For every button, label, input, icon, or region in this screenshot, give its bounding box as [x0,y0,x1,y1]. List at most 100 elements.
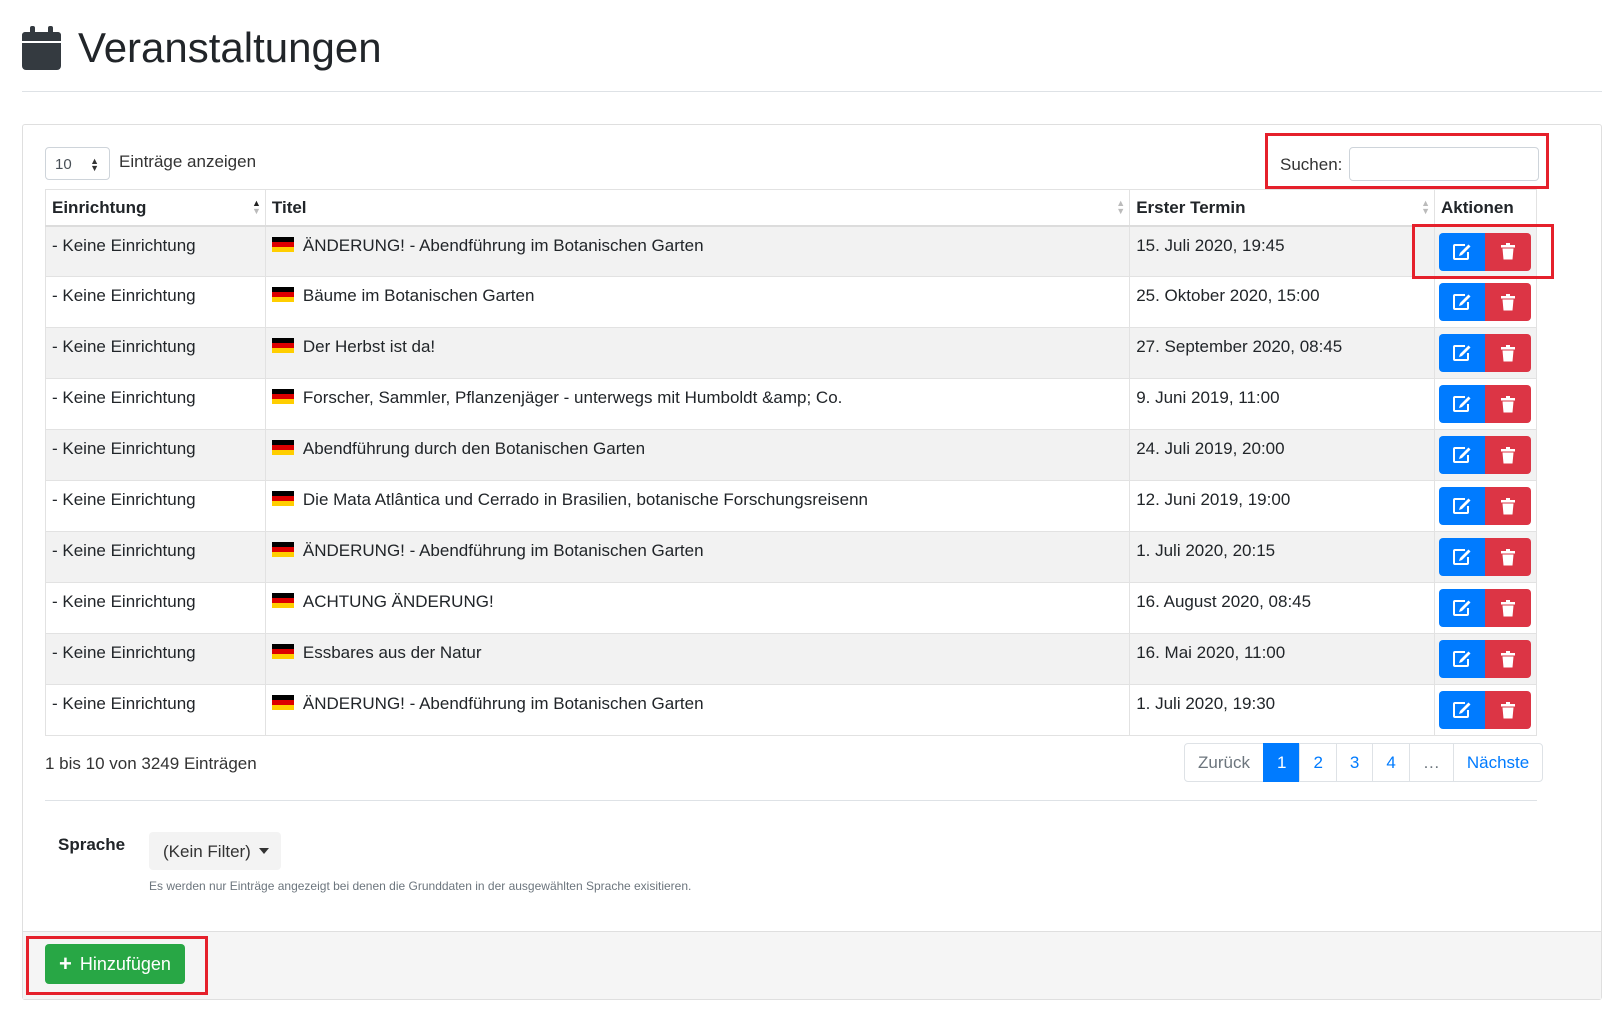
entries-length-label: Einträge anzeigen [119,152,257,171]
sort-icon: ▲ ▼ [1421,198,1430,216]
edit-button[interactable] [1439,385,1485,423]
table-row: - Keine Einrichtung ÄNDERUNG! - Abendführ… [45,684,1537,736]
col-titel[interactable]: Titel ▲ ▼ [264,189,1131,227]
event-title: Forscher, Sammler, Pflanzenjäger - unter… [302,388,843,407]
cell-aktionen [1434,480,1537,532]
delete-button[interactable] [1485,538,1531,576]
cell-erster-termin: 15. Juli 2020, 19:45 [1129,225,1435,277]
event-title: ACHTUNG ÄNDERUNG! [302,592,494,611]
cell-einrichtung: - Keine Einrichtung [45,429,266,481]
german-flag-icon [271,236,294,252]
edit-button[interactable] [1439,538,1485,576]
german-flag-icon [271,389,294,404]
pagination-page-3[interactable]: 3 [1335,743,1374,782]
cell-aktionen [1434,378,1537,430]
search-input[interactable] [1349,147,1539,181]
edit-button[interactable] [1439,283,1485,321]
cell-titel: Der Herbst ist da! [264,327,1131,379]
delete-button[interactable] [1485,334,1531,372]
german-flag-icon [271,695,294,710]
edit-icon [1452,344,1472,362]
edit-button[interactable] [1439,589,1485,627]
delete-button[interactable] [1485,691,1531,729]
edit-button[interactable] [1439,487,1485,525]
sort-icon: ▲ ▼ [251,198,261,216]
german-flag-icon [271,644,294,659]
page-header: Veranstaltungen [22,14,1602,92]
cell-erster-termin: 12. Juni 2019, 19:00 [1129,480,1435,532]
delete-button[interactable] [1485,640,1531,678]
caret-down-icon [258,848,269,854]
trash-icon [1501,293,1515,311]
edit-icon [1452,548,1472,566]
german-flag-icon [271,491,294,506]
delete-button[interactable] [1485,589,1531,627]
cell-einrichtung: - Keine Einrichtung [45,480,266,532]
col-erster-termin[interactable]: Erster Termin ▲ ▼ [1129,189,1435,227]
pagination-page-1[interactable]: 1 [1262,743,1301,782]
cell-titel: Forscher, Sammler, Pflanzenjäger - unter… [264,378,1131,430]
language-filter-hint: Es werden nur Einträge angezeigt bei den… [149,879,692,893]
language-filter-label: Sprache [58,835,126,854]
divider [45,800,1537,801]
event-title: ÄNDERUNG! - Abendführung im Botanischen … [302,235,704,255]
pagination-prev[interactable]: Zurück [1184,743,1264,782]
event-title: Bäume im Botanischen Garten [302,286,535,305]
german-flag-icon [271,338,294,353]
cell-titel: Bäume im Botanischen Garten [264,276,1131,328]
cell-erster-termin: 27. September 2020, 08:45 [1129,327,1435,379]
cell-titel: ÄNDERUNG! - Abendführung im Botanischen … [264,531,1131,583]
entries-length-value: 10 [55,156,72,173]
language-filter-dropdown[interactable]: (Kein Filter) [149,832,281,870]
table-row: - Keine Einrichtung ACHTUNG ÄNDERUNG! 16. … [45,582,1537,634]
trash-icon [1501,599,1515,617]
trash-icon [1501,548,1515,566]
delete-button[interactable] [1485,385,1531,423]
cell-aktionen [1434,429,1537,481]
table-row: - Keine Einrichtung Der Herbst ist da! 27.… [45,327,1537,379]
edit-button[interactable] [1439,691,1485,729]
event-title: Essbares aus der Natur [302,643,482,662]
pagination: Zurück 1 2 3 4 … Nächste [1184,743,1544,782]
edit-icon [1452,650,1472,668]
edit-button[interactable] [1439,334,1485,372]
pagination-ellipsis: … [1408,743,1454,782]
edit-icon [1452,497,1472,515]
pagination-page-4[interactable]: 4 [1372,743,1410,782]
edit-button[interactable] [1439,436,1485,474]
table-row: - Keine Einrichtung Forscher, Sammler, Pf… [45,378,1537,430]
german-flag-icon [271,593,294,608]
col-einrichtung[interactable]: Einrichtung ▲ ▼ [45,189,266,227]
events-table: Einrichtung ▲ ▼ Titel ▲ ▼ Erster Termin ▲ ▼ Ak… [45,189,1537,736]
col-aktionen: Aktionen [1434,189,1537,227]
cell-titel: ÄNDERUNG! - Abendführung im Botanischen … [264,684,1131,736]
cell-erster-termin: 24. Juli 2019, 20:00 [1129,429,1435,481]
cell-aktionen [1434,684,1537,736]
event-title: Der Herbst ist da! [302,337,436,356]
edit-button[interactable] [1439,640,1485,678]
cell-aktionen [1434,276,1537,328]
cell-aktionen [1434,582,1537,634]
cell-erster-termin: 25. Oktober 2020, 15:00 [1129,276,1435,328]
edit-icon [1452,446,1472,464]
table-row: - Keine Einrichtung Abendführung durch de… [45,429,1537,481]
event-title: Die Mata Atlântica und Cerrado in Brasil… [302,490,868,509]
delete-button[interactable] [1485,487,1531,525]
trash-icon [1501,650,1515,668]
cell-einrichtung: - Keine Einrichtung [45,582,266,634]
delete-button[interactable] [1485,232,1531,271]
trash-icon [1501,344,1515,362]
edit-icon [1452,243,1472,261]
delete-button[interactable] [1485,436,1531,474]
entries-length-select[interactable]: 10 ▲ ▼ [45,147,110,180]
table-header-row: Einrichtung ▲ ▼ Titel ▲ ▼ Erster Termin ▲ ▼ Ak… [45,189,1537,227]
event-title: ÄNDERUNG! - Abendführung im Botanischen … [302,694,704,713]
cell-einrichtung: - Keine Einrichtung [45,327,266,379]
trash-icon [1501,446,1515,464]
pagination-page-2[interactable]: 2 [1299,743,1337,782]
add-button[interactable]: + Hinzufügen [45,944,185,984]
cell-erster-termin: 16. August 2020, 08:45 [1129,582,1435,634]
edit-button[interactable] [1439,232,1485,271]
pagination-next[interactable]: Nächste [1452,743,1544,782]
delete-button[interactable] [1485,283,1531,321]
